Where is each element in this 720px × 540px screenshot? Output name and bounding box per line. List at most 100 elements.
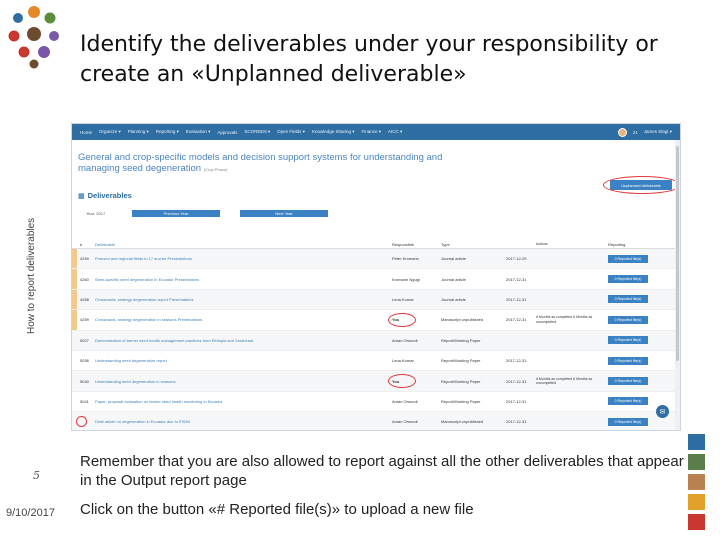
nav-item-open-fields[interactable]: Open Fields ▾ bbox=[277, 129, 305, 135]
cell-responsible: Lena Kumar bbox=[392, 296, 414, 302]
reported-files-button[interactable]: 0 Reported file(s) bbox=[608, 417, 648, 426]
cell-reporting: 0 Reported file(s) bbox=[608, 254, 664, 263]
previous-year-button[interactable]: Previous Year bbox=[132, 210, 220, 217]
organization-logo bbox=[8, 6, 59, 69]
nav-item-planning[interactable]: Planning ▾ bbox=[128, 129, 149, 135]
cell-id: 5036 bbox=[80, 358, 89, 364]
cell-deliverable[interactable]: Demonstration of farmer seed health mana… bbox=[95, 338, 392, 343]
top-navbar: Home Organize ▾ Planning ▾ Reporting ▾ E… bbox=[72, 124, 680, 140]
nav-item-home[interactable]: Home bbox=[80, 130, 92, 135]
col-reporting: Reporting bbox=[608, 242, 626, 247]
nav-item-aicc[interactable]: AICC ▾ bbox=[388, 129, 402, 135]
cell-deliverable[interactable]: Seed-specific seed degeneration in Ecuad… bbox=[95, 277, 392, 282]
table-row: 4260 Seed-specific seed degeneration in E… bbox=[72, 269, 676, 290]
col-deliverable[interactable]: Deliverable bbox=[95, 242, 392, 247]
table-row: 4258 Crossroads, strategy degeneration re… bbox=[72, 289, 676, 311]
cell-deliverable[interactable]: Crossroads, strategy degeneration report… bbox=[95, 297, 392, 302]
cell-id: 4258 bbox=[80, 296, 89, 302]
col-id[interactable]: # bbox=[77, 242, 95, 247]
col-type[interactable]: Type bbox=[441, 242, 506, 247]
highlight-ring-you bbox=[388, 374, 416, 389]
cell-deliverable[interactable]: Crossroads, strategy degeneration in sea… bbox=[95, 317, 392, 322]
nav-item-knowledge[interactable]: Knowledge Sharing ▾ bbox=[312, 129, 355, 135]
color-squares bbox=[688, 434, 706, 534]
color-square bbox=[688, 474, 705, 490]
project-title: General and crop-specific models and dec… bbox=[78, 152, 478, 175]
reported-files-button[interactable]: 0 Reported file(s) bbox=[608, 275, 648, 284]
scrollbar-thumb[interactable] bbox=[676, 146, 679, 361]
reported-files-button[interactable]: 0 Reported file(s) bbox=[608, 356, 648, 365]
reported-files-button[interactable]: 0 Reported file(s) bbox=[608, 254, 648, 263]
user-name[interactable]: James Slagt ▾ bbox=[644, 129, 672, 135]
notification-count[interactable]: 21 bbox=[633, 130, 638, 135]
user-menu[interactable]: 21 James Slagt ▾ bbox=[617, 127, 672, 137]
cell-deliverable[interactable]: Draft article on degeneration in Ecuador… bbox=[95, 419, 392, 424]
cell-actions[interactable]: # Months as completed # Months as uncomp… bbox=[536, 315, 608, 324]
nav-item-scoreen[interactable]: SCOREEN ▾ bbox=[244, 129, 270, 135]
cell-deliverable[interactable]: Understanding seed degeneration in seaso… bbox=[95, 379, 392, 384]
col-responsible[interactable]: Responsible bbox=[392, 242, 441, 247]
cell-date: 2017-12-31 bbox=[506, 276, 527, 282]
avatar[interactable] bbox=[617, 127, 627, 137]
color-square bbox=[688, 434, 705, 450]
chat-icon[interactable]: ✉ bbox=[656, 405, 669, 418]
next-year-button[interactable]: Next Year bbox=[240, 210, 328, 217]
cell-date: 2017-12-31 bbox=[506, 358, 527, 364]
cell-type: Journal article bbox=[441, 296, 466, 302]
section-title: Deliverables bbox=[87, 191, 132, 200]
cell-deliverable[interactable]: Protocol and regional fields in 17 and b… bbox=[95, 256, 392, 261]
bullet-text-2: Click on the button «# Reported file(s)»… bbox=[80, 501, 474, 518]
reported-files-button[interactable]: 0 Reported file(s) bbox=[608, 336, 648, 345]
year-filter: Year: 2017 Previous Year Next Year bbox=[86, 210, 328, 217]
cell-deliverable[interactable]: Paper: proposal evaluation on farmer see… bbox=[95, 399, 392, 404]
project-title-text: General and crop-specific models and dec… bbox=[78, 152, 443, 174]
color-square bbox=[688, 494, 705, 510]
cell-actions[interactable]: # Months as completed # Months as uncomp… bbox=[536, 377, 608, 386]
deliverables-table: # Deliverable Responsible Type Actions R… bbox=[72, 241, 676, 430]
table-row: 5027 Demonstration of farmer seed health … bbox=[72, 330, 676, 351]
scrollbar[interactable] bbox=[675, 140, 680, 430]
nav-item-finance[interactable]: Finance ▾ bbox=[362, 129, 382, 135]
cell-type: Journal article bbox=[441, 256, 466, 262]
cell-date: 2017-12-31 bbox=[506, 296, 527, 302]
reported-files-button[interactable]: 0 Reported file(s) bbox=[608, 315, 648, 324]
slide-title: Identify the deliverables under your res… bbox=[80, 32, 658, 87]
table-row: Draft article on degeneration in Ecuador… bbox=[72, 412, 676, 430]
cell-responsible: Aman Omondi bbox=[392, 398, 418, 404]
cell-date: 2017-12-29 bbox=[506, 256, 527, 262]
nav-item-evaluation[interactable]: Evaluation ▾ bbox=[186, 129, 211, 135]
cell-type: Manuscript unpublished bbox=[441, 317, 484, 323]
reported-files-button[interactable]: 0 Reported file(s) bbox=[608, 377, 648, 386]
cell-id: 5040 bbox=[80, 378, 89, 384]
grid-icon: ▦ bbox=[78, 192, 85, 200]
cell-reporting: 0 Reported file(s) bbox=[608, 356, 664, 365]
cell-date: 2017-12-31 bbox=[506, 419, 527, 425]
cell-responsible: Lena Kumar bbox=[392, 358, 414, 364]
app-screenshot: Home Organize ▾ Planning ▾ Reporting ▾ E… bbox=[71, 123, 681, 431]
highlight-ring-you bbox=[388, 313, 416, 328]
nav-item-reporting[interactable]: Reporting ▾ bbox=[156, 129, 179, 135]
cell-type: Report/Working Paper bbox=[441, 358, 481, 364]
nav-item-organize[interactable]: Organize ▾ bbox=[99, 129, 121, 135]
reported-files-button[interactable]: 0 Reported file(s) bbox=[608, 295, 648, 304]
cell-reporting: 0 Reported file(s) bbox=[608, 397, 664, 406]
section-header: ▦ Deliverables bbox=[78, 191, 132, 200]
cell-reporting: 0 Reported file(s) bbox=[608, 295, 664, 304]
cell-date: 2017-12-31 bbox=[506, 378, 527, 384]
cell-type: Manuscript unpublished bbox=[441, 419, 484, 425]
slide-number: 5 bbox=[33, 469, 40, 482]
cell-reporting: 0 Reported file(s) bbox=[608, 275, 664, 284]
highlight-ring-row-toggle bbox=[76, 416, 87, 428]
cell-reporting: 0 Reported file(s) bbox=[608, 417, 664, 426]
cell-responsible: Peter Kromann bbox=[392, 256, 419, 262]
cell-responsible: Aman Omondi bbox=[392, 419, 418, 425]
cell-id: 5027 bbox=[80, 337, 89, 343]
bullet-text-1: Remember that you are also allowed to re… bbox=[80, 453, 684, 489]
reported-files-button[interactable]: 0 Reported file(s) bbox=[608, 397, 648, 406]
cell-type: Report/Working Paper bbox=[441, 398, 481, 404]
cell-responsible: Kromann Ngugi bbox=[392, 276, 420, 282]
highlight-ring-unplanned bbox=[603, 176, 680, 194]
table-header: # Deliverable Responsible Type Actions R… bbox=[72, 241, 676, 249]
nav-item-approvals[interactable]: Approvals bbox=[217, 130, 237, 135]
cell-deliverable[interactable]: Understanding seed degeneration report bbox=[95, 358, 392, 363]
